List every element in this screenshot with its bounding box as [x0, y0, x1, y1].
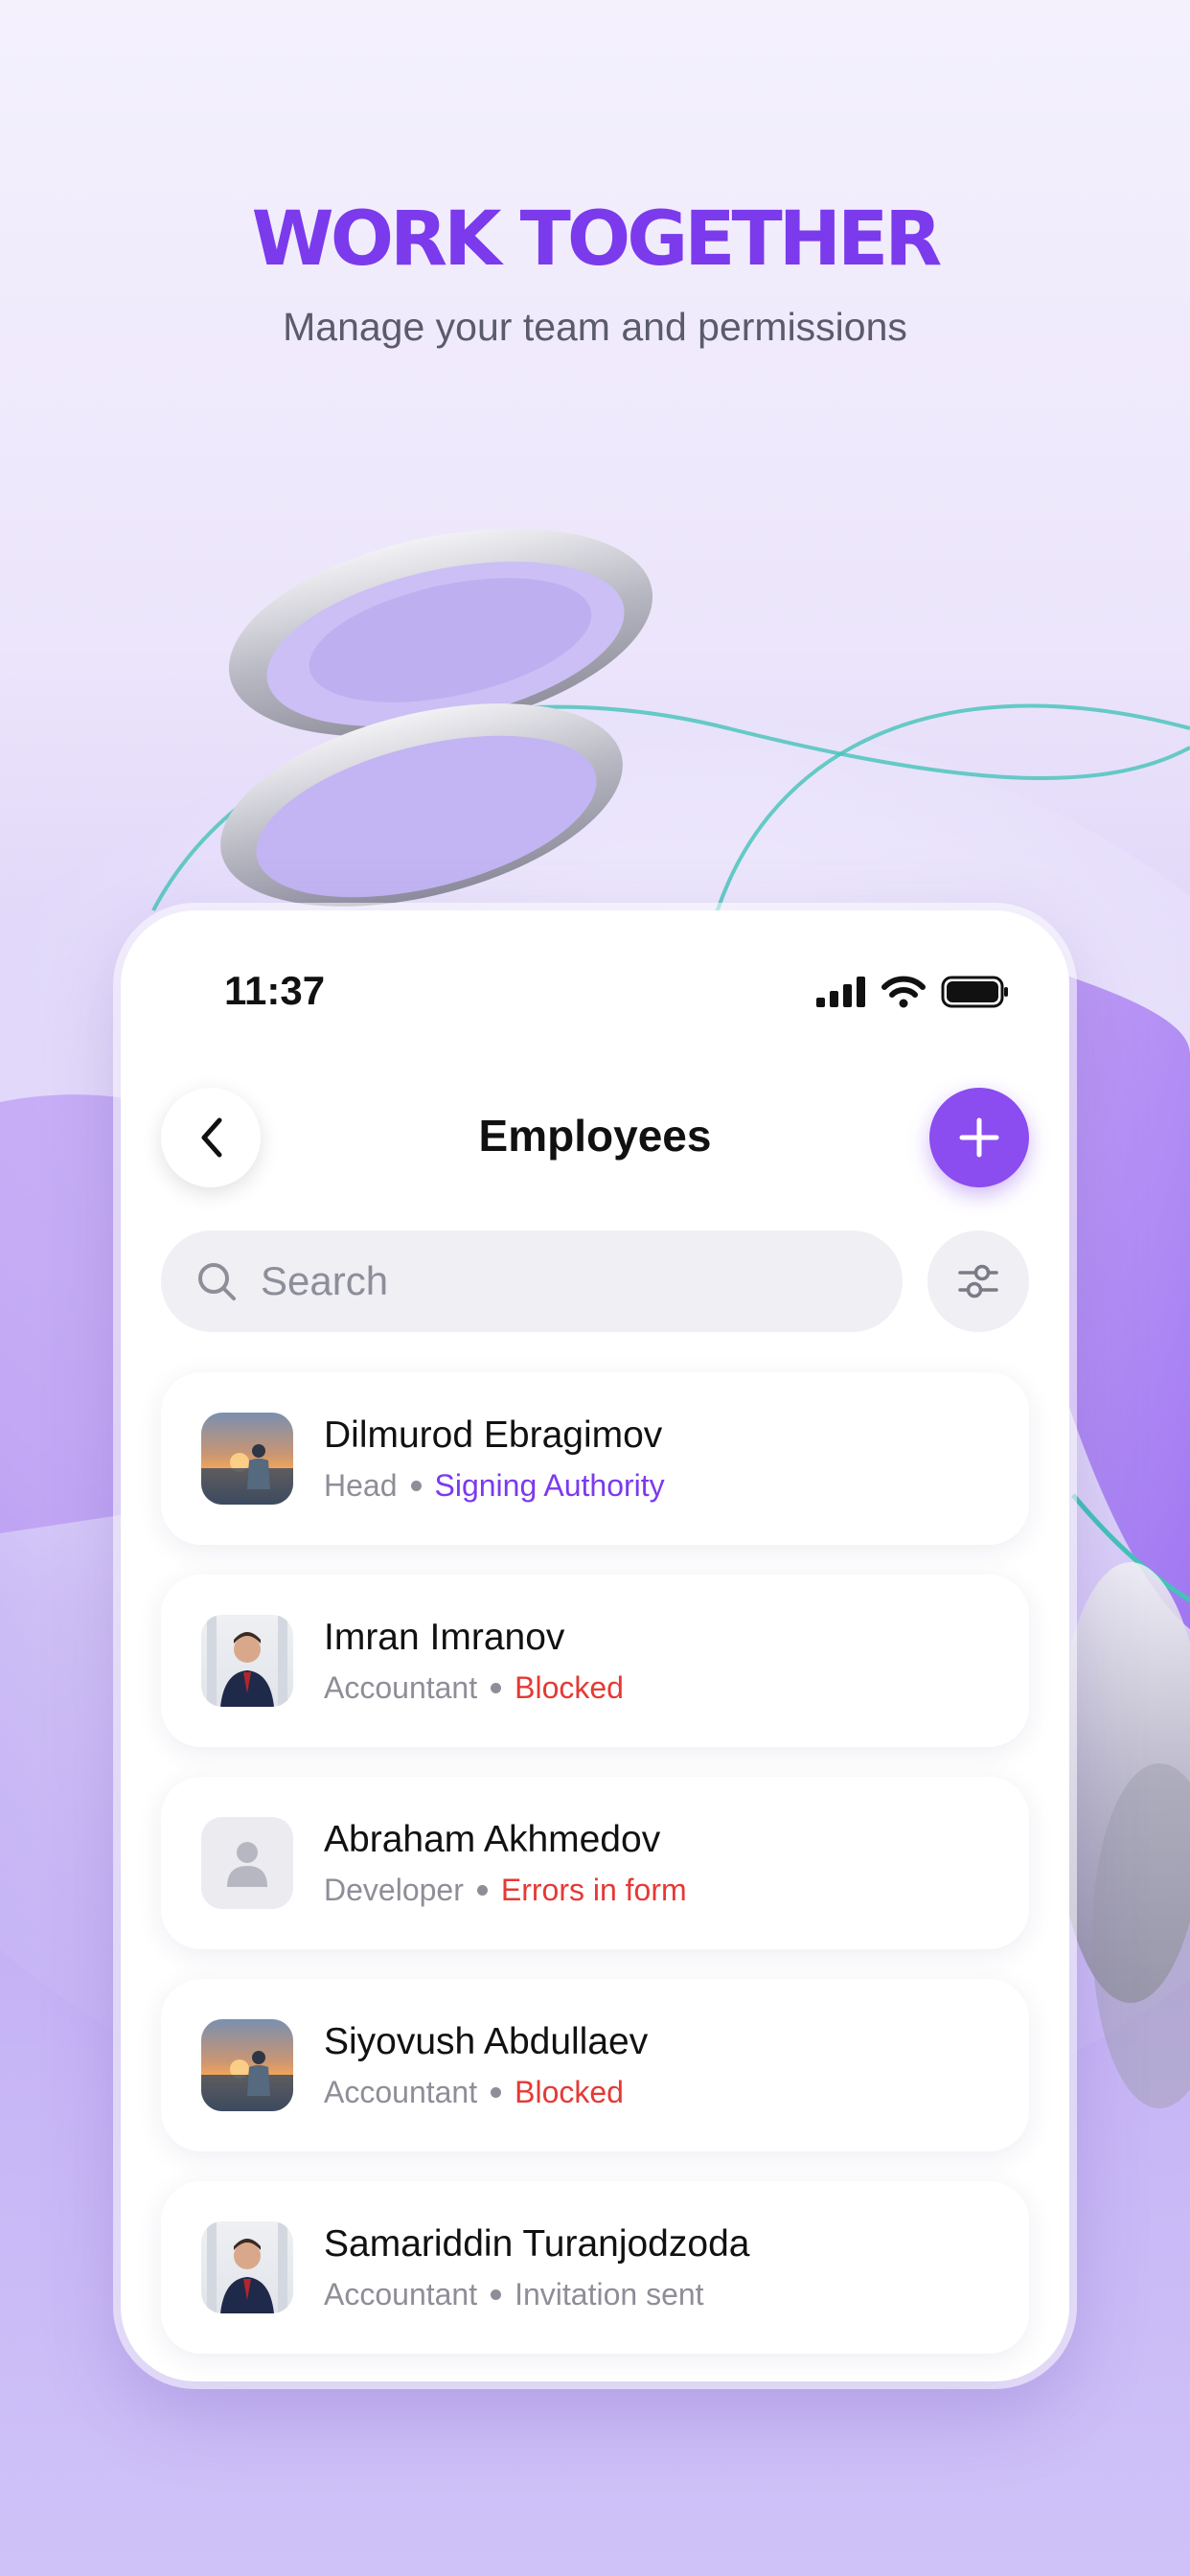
employee-name: Abraham Akhmedov: [324, 1818, 661, 1860]
separator-dot: [491, 2288, 502, 2300]
add-employee-button[interactable]: [929, 1088, 1029, 1187]
employee-row[interactable]: Samariddin Turanjodzoda Accountant Invit…: [161, 2181, 1029, 2354]
employee-row[interactable]: Abraham Akhmedov Developer Errors in for…: [161, 1777, 1029, 1949]
separator-dot: [491, 1682, 502, 1693]
cellular-signal-icon: [816, 977, 865, 1007]
avatar: [201, 2019, 293, 2111]
employee-row[interactable]: Dilmurod Ebragimov Head Signing Authorit…: [161, 1372, 1029, 1545]
hero-subtitle: Manage your team and permissions: [283, 305, 907, 349]
employee-row[interactable]: Siyovush Abdullaev Accountant Blocked: [161, 1979, 1029, 2151]
search-bar[interactable]: [161, 1230, 903, 1332]
status-time: 11:37: [224, 968, 326, 1013]
employee-name: Dilmurod Ebragimov: [324, 1414, 663, 1456]
employee-status: Errors in form: [500, 1872, 687, 1907]
wifi-icon: [881, 976, 926, 1008]
avatar: [201, 1817, 293, 1909]
employee-status: Blocked: [515, 1669, 624, 1705]
battery-icon: [941, 976, 1008, 1008]
employee-row[interactable]: Imran Imranov Accountant Blocked: [161, 1575, 1029, 1747]
employee-role: Head: [324, 1467, 398, 1503]
separator-dot: [476, 1884, 488, 1896]
employee-role: Accountant: [324, 2074, 478, 2109]
search-input[interactable]: [259, 1257, 799, 1305]
phone-screen: 11:37 Employees Search Dilmurod Ebragimo…: [121, 910, 1069, 2381]
sliders-icon: [958, 1264, 998, 1299]
employee-role: Accountant: [324, 2276, 478, 2312]
person-placeholder-icon: [227, 1842, 267, 1887]
avatar: [201, 2221, 293, 2313]
employee-status: Blocked: [515, 2074, 624, 2109]
page-title: Employees: [478, 1111, 712, 1161]
filter-button[interactable]: [927, 1230, 1029, 1332]
employee-name: Imran Imranov: [324, 1616, 565, 1658]
separator-dot: [491, 2086, 502, 2098]
hero-title: WORK TOGETHER: [251, 196, 943, 283]
plus-icon: [959, 1117, 999, 1158]
search-icon: [195, 1260, 238, 1302]
employee-status: Signing Authority: [434, 1467, 665, 1503]
employee-role: Developer: [324, 1872, 464, 1907]
separator-dot: [410, 1480, 422, 1491]
status-icons: [816, 976, 1010, 1008]
employee-name: Siyovush Abdullaev: [324, 2020, 649, 2062]
avatar: [201, 1413, 293, 1505]
avatar: [201, 1615, 293, 1707]
employee-role: Accountant: [324, 1669, 478, 1705]
employee-name: Samariddin Turanjodzoda: [324, 2222, 750, 2265]
employee-status: Invitation sent: [515, 2276, 704, 2312]
employee-list: Dilmurod Ebragimov Head Signing Authorit…: [161, 1372, 1029, 2381]
